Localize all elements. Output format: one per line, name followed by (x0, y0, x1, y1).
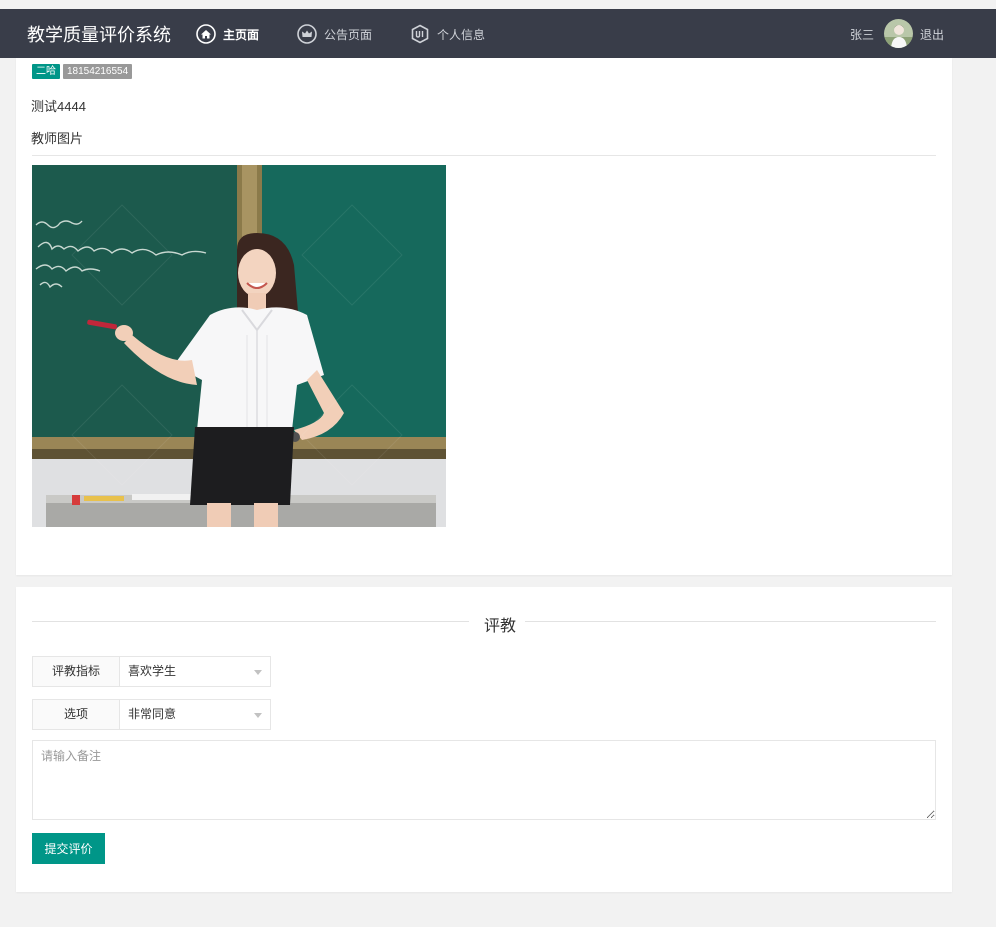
chevron-down-icon (254, 670, 262, 675)
teacher-photo-label: 教师图片 (31, 131, 84, 146)
teacher-name-badge: 二哈 (32, 64, 60, 79)
section-title: 评教 (484, 618, 517, 635)
teacher-phone-badge: 18154216554 (63, 64, 133, 79)
divider (32, 155, 936, 156)
crown-icon (297, 24, 317, 44)
nav-item-label: 公告页面 (324, 27, 373, 42)
teacher-description: 测试4444 (31, 99, 86, 114)
nav-item-label: 主页面 (223, 27, 260, 42)
teacher-card: 二哈 18154216554 测试4444 教师图片 (16, 58, 952, 575)
option-row: 选项 非常同意 (32, 699, 271, 730)
option-select[interactable]: 非常同意 (119, 699, 271, 730)
indicator-select[interactable]: 喜欢学生 (119, 656, 271, 687)
option-label: 选项 (32, 699, 119, 730)
option-select-value: 非常同意 (128, 707, 177, 721)
nav-item-notice[interactable]: 公告页面 (297, 24, 372, 44)
remark-textarea[interactable] (32, 740, 936, 820)
app-title: 教学质量评价系统 (27, 25, 171, 45)
nav-item-home[interactable]: 主页面 (196, 24, 259, 44)
teacher-photo (32, 165, 446, 527)
indicator-row: 评教指标 喜欢学生 (32, 656, 271, 687)
submit-evaluation-button[interactable]: 提交评价 (32, 833, 105, 864)
home-icon (196, 24, 216, 44)
section-line-left (32, 621, 469, 622)
section-line-right (525, 621, 936, 622)
avatar[interactable] (884, 19, 913, 48)
indicator-select-value: 喜欢学生 (128, 664, 177, 678)
logout-link[interactable]: 退出 (920, 26, 944, 43)
nav-item-profile[interactable]: 个人信息 (410, 24, 485, 44)
evaluation-card: 评教 评教指标 喜欢学生 选项 非常同意 提交评价 (16, 587, 952, 892)
user-name[interactable]: 张三 (850, 26, 874, 43)
ui-badge-icon (410, 24, 430, 44)
teacher-badges: 二哈 18154216554 (32, 64, 133, 79)
chevron-down-icon (254, 713, 262, 718)
nav-item-label: 个人信息 (437, 27, 486, 42)
top-navbar: 教学质量评价系统 主页面 公告页面 个人信息 张三 退出 (0, 9, 996, 58)
indicator-label: 评教指标 (32, 656, 119, 687)
section-header: 评教 (32, 612, 936, 635)
